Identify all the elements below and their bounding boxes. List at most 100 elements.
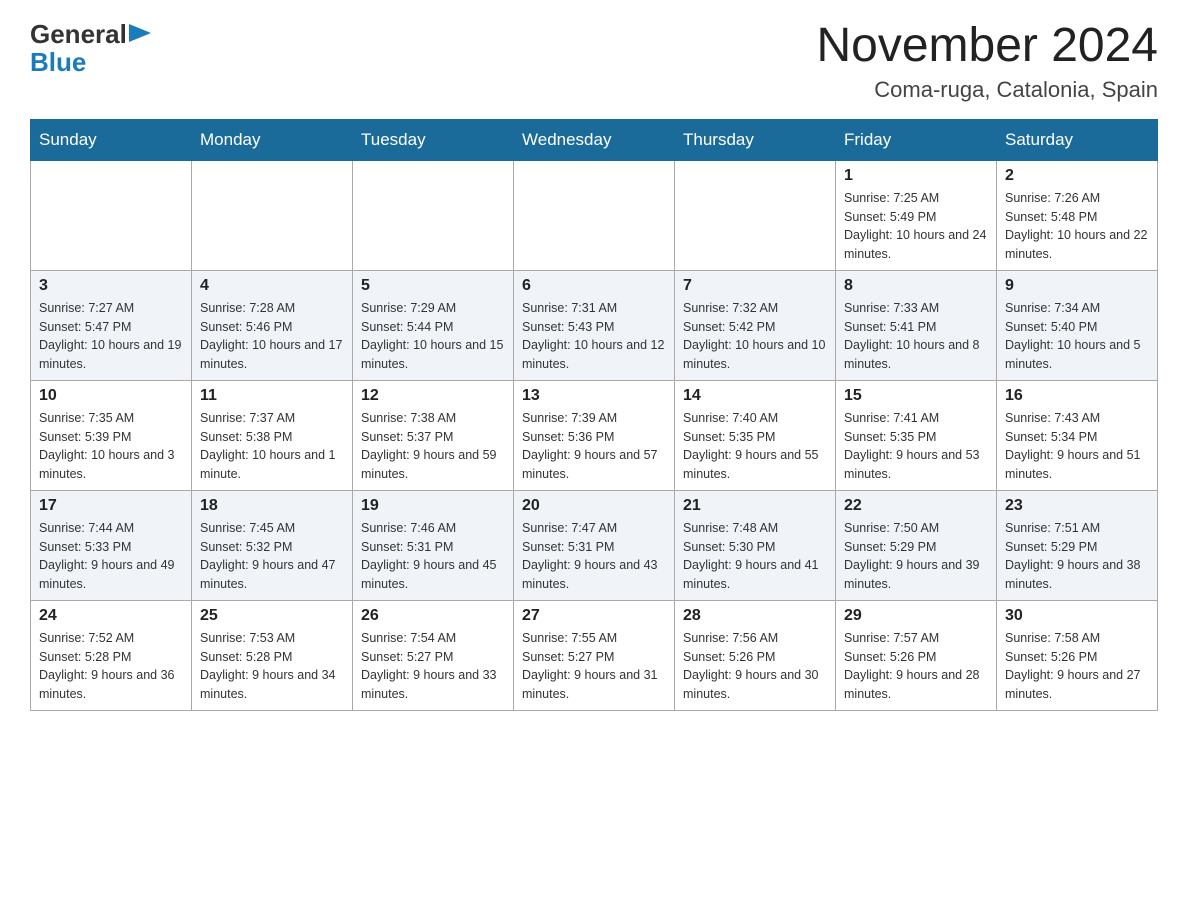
calendar-cell: 4 Sunrise: 7:28 AM Sunset: 5:46 PM Daylig…	[192, 270, 353, 380]
calendar-cell: 15 Sunrise: 7:41 AM Sunset: 5:35 PM Dayli…	[836, 380, 997, 490]
calendar-cell: 17 Sunrise: 7:44 AM Sunset: 5:33 PM Dayli…	[31, 490, 192, 600]
day-info: Sunrise: 7:39 AM Sunset: 5:36 PM Dayligh…	[522, 409, 666, 484]
day-info: Sunrise: 7:48 AM Sunset: 5:30 PM Dayligh…	[683, 519, 827, 594]
weekday-header-tuesday: Tuesday	[353, 119, 514, 160]
calendar-cell: 19 Sunrise: 7:46 AM Sunset: 5:31 PM Dayli…	[353, 490, 514, 600]
day-info: Sunrise: 7:34 AM Sunset: 5:40 PM Dayligh…	[1005, 299, 1149, 374]
month-title: November 2024	[816, 20, 1158, 73]
calendar-cell: 5 Sunrise: 7:29 AM Sunset: 5:44 PM Daylig…	[353, 270, 514, 380]
calendar-cell: 29 Sunrise: 7:57 AM Sunset: 5:26 PM Dayli…	[836, 600, 997, 710]
day-info: Sunrise: 7:33 AM Sunset: 5:41 PM Dayligh…	[844, 299, 988, 374]
day-number: 2	[1005, 167, 1149, 185]
calendar-week-row: 3 Sunrise: 7:27 AM Sunset: 5:47 PM Daylig…	[31, 270, 1158, 380]
weekday-header-friday: Friday	[836, 119, 997, 160]
day-number: 4	[200, 277, 344, 295]
calendar-cell: 26 Sunrise: 7:54 AM Sunset: 5:27 PM Dayli…	[353, 600, 514, 710]
day-info: Sunrise: 7:31 AM Sunset: 5:43 PM Dayligh…	[522, 299, 666, 374]
day-info: Sunrise: 7:29 AM Sunset: 5:44 PM Dayligh…	[361, 299, 505, 374]
calendar-cell	[31, 160, 192, 270]
logo: General Blue	[30, 20, 151, 75]
day-info: Sunrise: 7:54 AM Sunset: 5:27 PM Dayligh…	[361, 629, 505, 704]
day-number: 24	[39, 607, 183, 625]
day-number: 7	[683, 277, 827, 295]
calendar-week-row: 17 Sunrise: 7:44 AM Sunset: 5:33 PM Dayli…	[31, 490, 1158, 600]
day-info: Sunrise: 7:47 AM Sunset: 5:31 PM Dayligh…	[522, 519, 666, 594]
calendar-cell: 21 Sunrise: 7:48 AM Sunset: 5:30 PM Dayli…	[675, 490, 836, 600]
calendar-body: 1 Sunrise: 7:25 AM Sunset: 5:49 PM Daylig…	[31, 160, 1158, 710]
calendar-cell: 23Sunrise: 7:51 AM Sunset: 5:29 PM Dayli…	[997, 490, 1158, 600]
calendar-cell: 24Sunrise: 7:52 AM Sunset: 5:28 PM Dayli…	[31, 600, 192, 710]
day-number: 27	[522, 607, 666, 625]
calendar-cell: 16 Sunrise: 7:43 AM Sunset: 5:34 PM Dayli…	[997, 380, 1158, 490]
day-info: Sunrise: 7:57 AM Sunset: 5:26 PM Dayligh…	[844, 629, 988, 704]
calendar-cell	[514, 160, 675, 270]
logo-general-text: General	[30, 21, 127, 47]
day-info: Sunrise: 7:35 AM Sunset: 5:39 PM Dayligh…	[39, 409, 183, 484]
calendar-week-row: 24Sunrise: 7:52 AM Sunset: 5:28 PM Dayli…	[31, 600, 1158, 710]
day-number: 9	[1005, 277, 1149, 295]
day-number: 15	[844, 387, 988, 405]
day-number: 26	[361, 607, 505, 625]
day-number: 3	[39, 277, 183, 295]
day-info: Sunrise: 7:26 AM Sunset: 5:48 PM Dayligh…	[1005, 189, 1149, 264]
weekday-header-wednesday: Wednesday	[514, 119, 675, 160]
day-number: 17	[39, 497, 183, 515]
calendar-cell: 2 Sunrise: 7:26 AM Sunset: 5:48 PM Daylig…	[997, 160, 1158, 270]
day-number: 5	[361, 277, 505, 295]
weekday-header-monday: Monday	[192, 119, 353, 160]
day-info: Sunrise: 7:58 AM Sunset: 5:26 PM Dayligh…	[1005, 629, 1149, 704]
day-number: 10	[39, 387, 183, 405]
calendar-cell: 25 Sunrise: 7:53 AM Sunset: 5:28 PM Dayli…	[192, 600, 353, 710]
calendar-cell: 14Sunrise: 7:40 AM Sunset: 5:35 PM Dayli…	[675, 380, 836, 490]
calendar-cell	[675, 160, 836, 270]
calendar-table: SundayMondayTuesdayWednesdayThursdayFrid…	[30, 119, 1158, 711]
title-area: November 2024 Coma-ruga, Catalonia, Spai…	[816, 20, 1158, 103]
calendar-cell: 13 Sunrise: 7:39 AM Sunset: 5:36 PM Dayli…	[514, 380, 675, 490]
day-info: Sunrise: 7:43 AM Sunset: 5:34 PM Dayligh…	[1005, 409, 1149, 484]
day-info: Sunrise: 7:28 AM Sunset: 5:46 PM Dayligh…	[200, 299, 344, 374]
day-number: 18	[200, 497, 344, 515]
calendar-cell: 12Sunrise: 7:38 AM Sunset: 5:37 PM Dayli…	[353, 380, 514, 490]
calendar-cell: 7Sunrise: 7:32 AM Sunset: 5:42 PM Daylig…	[675, 270, 836, 380]
calendar-cell: 18 Sunrise: 7:45 AM Sunset: 5:32 PM Dayli…	[192, 490, 353, 600]
day-info: Sunrise: 7:53 AM Sunset: 5:28 PM Dayligh…	[200, 629, 344, 704]
calendar-week-row: 10 Sunrise: 7:35 AM Sunset: 5:39 PM Dayli…	[31, 380, 1158, 490]
day-info: Sunrise: 7:27 AM Sunset: 5:47 PM Dayligh…	[39, 299, 183, 374]
calendar-cell: 22Sunrise: 7:50 AM Sunset: 5:29 PM Dayli…	[836, 490, 997, 600]
day-number: 21	[683, 497, 827, 515]
calendar-cell: 8 Sunrise: 7:33 AM Sunset: 5:41 PM Daylig…	[836, 270, 997, 380]
calendar-cell	[192, 160, 353, 270]
calendar-cell	[353, 160, 514, 270]
day-number: 28	[683, 607, 827, 625]
calendar-cell: 20Sunrise: 7:47 AM Sunset: 5:31 PM Dayli…	[514, 490, 675, 600]
day-number: 1	[844, 167, 988, 185]
calendar-cell: 10 Sunrise: 7:35 AM Sunset: 5:39 PM Dayli…	[31, 380, 192, 490]
day-number: 22	[844, 497, 988, 515]
calendar-week-row: 1 Sunrise: 7:25 AM Sunset: 5:49 PM Daylig…	[31, 160, 1158, 270]
day-info: Sunrise: 7:45 AM Sunset: 5:32 PM Dayligh…	[200, 519, 344, 594]
weekday-header-row: SundayMondayTuesdayWednesdayThursdayFrid…	[31, 119, 1158, 160]
day-info: Sunrise: 7:44 AM Sunset: 5:33 PM Dayligh…	[39, 519, 183, 594]
calendar-cell: 30 Sunrise: 7:58 AM Sunset: 5:26 PM Dayli…	[997, 600, 1158, 710]
day-number: 13	[522, 387, 666, 405]
day-number: 16	[1005, 387, 1149, 405]
calendar-cell: 3 Sunrise: 7:27 AM Sunset: 5:47 PM Daylig…	[31, 270, 192, 380]
day-number: 29	[844, 607, 988, 625]
calendar-cell: 9 Sunrise: 7:34 AM Sunset: 5:40 PM Daylig…	[997, 270, 1158, 380]
day-info: Sunrise: 7:25 AM Sunset: 5:49 PM Dayligh…	[844, 189, 988, 264]
logo-blue-text: Blue	[30, 49, 86, 75]
day-number: 25	[200, 607, 344, 625]
day-info: Sunrise: 7:41 AM Sunset: 5:35 PM Dayligh…	[844, 409, 988, 484]
calendar-header: SundayMondayTuesdayWednesdayThursdayFrid…	[31, 119, 1158, 160]
day-info: Sunrise: 7:46 AM Sunset: 5:31 PM Dayligh…	[361, 519, 505, 594]
day-number: 23	[1005, 497, 1149, 515]
weekday-header-sunday: Sunday	[31, 119, 192, 160]
day-number: 14	[683, 387, 827, 405]
weekday-header-thursday: Thursday	[675, 119, 836, 160]
day-number: 8	[844, 277, 988, 295]
day-number: 30	[1005, 607, 1149, 625]
weekday-header-saturday: Saturday	[997, 119, 1158, 160]
day-number: 12	[361, 387, 505, 405]
page-header: General Blue November 2024 Coma-ruga, Ca…	[30, 20, 1158, 103]
day-number: 19	[361, 497, 505, 515]
